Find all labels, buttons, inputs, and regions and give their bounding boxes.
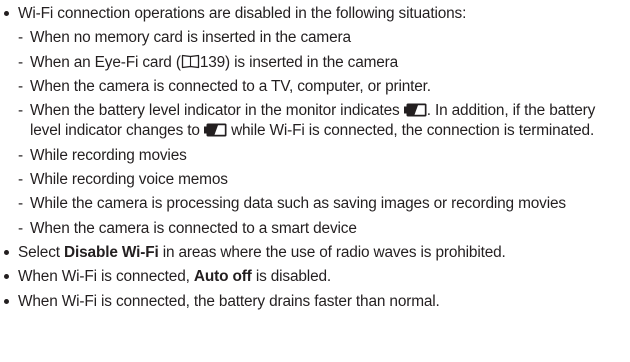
note-text: in areas where the use of radio waves is… [162,243,506,261]
situation-text: while Wi-Fi is connected, the connection… [231,122,595,140]
situation-text: When the camera is connected to a TV, co… [30,77,431,95]
auto-off-menu-item: Auto off [193,268,252,286]
wifi-notes-page: Wi-Fi connection operations are disabled… [0,0,630,362]
situation-item-eyefi: - When an Eye-Fi card ( 139) is inserted… [18,53,624,73]
situation-text: While recording movies [30,146,187,164]
situation-item-battery: - When the battery level indicator in th… [18,101,624,142]
note-text: When Wi-Fi is connected, [18,268,190,286]
wifi-disabled-intro: Wi-Fi connection operations are disabled… [18,5,467,22]
book-reference-icon [181,54,200,69]
dash: - [18,77,23,95]
situation-item-voice-memos: - While recording voice memos [18,170,624,190]
bullet-auto-off: When Wi-Fi is connected, Auto off is dis… [4,267,624,287]
note-text: Select [18,243,60,261]
bullet-battery-drain: When Wi-Fi is connected, the battery dra… [4,292,624,312]
situation-list: - When no memory card is inserted in the… [18,28,624,239]
bullet-dot [4,298,9,304]
page-reference[interactable]: 139 [200,54,225,71]
situation-text: While recording voice memos [30,171,228,189]
bullet-disable-wifi: Select Disable Wi-Fi in areas where the … [4,243,624,263]
battery-low-icon [203,123,227,137]
situation-text: ) is inserted in the camera [225,53,399,71]
dash: - [18,219,23,237]
dash: - [18,146,23,164]
dash: - [18,53,23,71]
bullet-dot [4,274,9,280]
note-text: is disabled. [255,268,332,286]
dash: - [18,102,23,120]
situation-text: When an Eye-Fi card ( [30,53,181,71]
dash: - [18,171,23,189]
bullet-dot [4,11,9,16]
bullet-dot [4,249,9,255]
situation-item-no-card: - When no memory card is inserted in the… [18,28,624,48]
situation-text: While the camera is processing data such… [30,195,566,213]
situation-item-connected: - When the camera is connected to a TV, … [18,77,624,97]
battery-low-icon [403,103,427,117]
situation-item-recording-movies: - While recording movies [18,146,624,166]
disable-wifi-menu-item: Disable Wi-Fi [64,243,159,261]
note-text: When Wi-Fi is connected, the battery dra… [18,292,440,310]
situation-text: When the camera is connected to a smart … [30,219,357,237]
dash: - [18,195,23,213]
dash: - [18,29,23,47]
situation-item-smart-device: - When the camera is connected to a smar… [18,219,624,239]
situation-text: When no memory card is inserted in the c… [30,29,351,47]
bullet-wifi-disabled-situations: Wi-Fi connection operations are disabled… [4,4,624,239]
situation-text: When the battery level indicator in the … [30,102,400,120]
situation-item-processing: - While the camera is processing data su… [18,194,624,214]
